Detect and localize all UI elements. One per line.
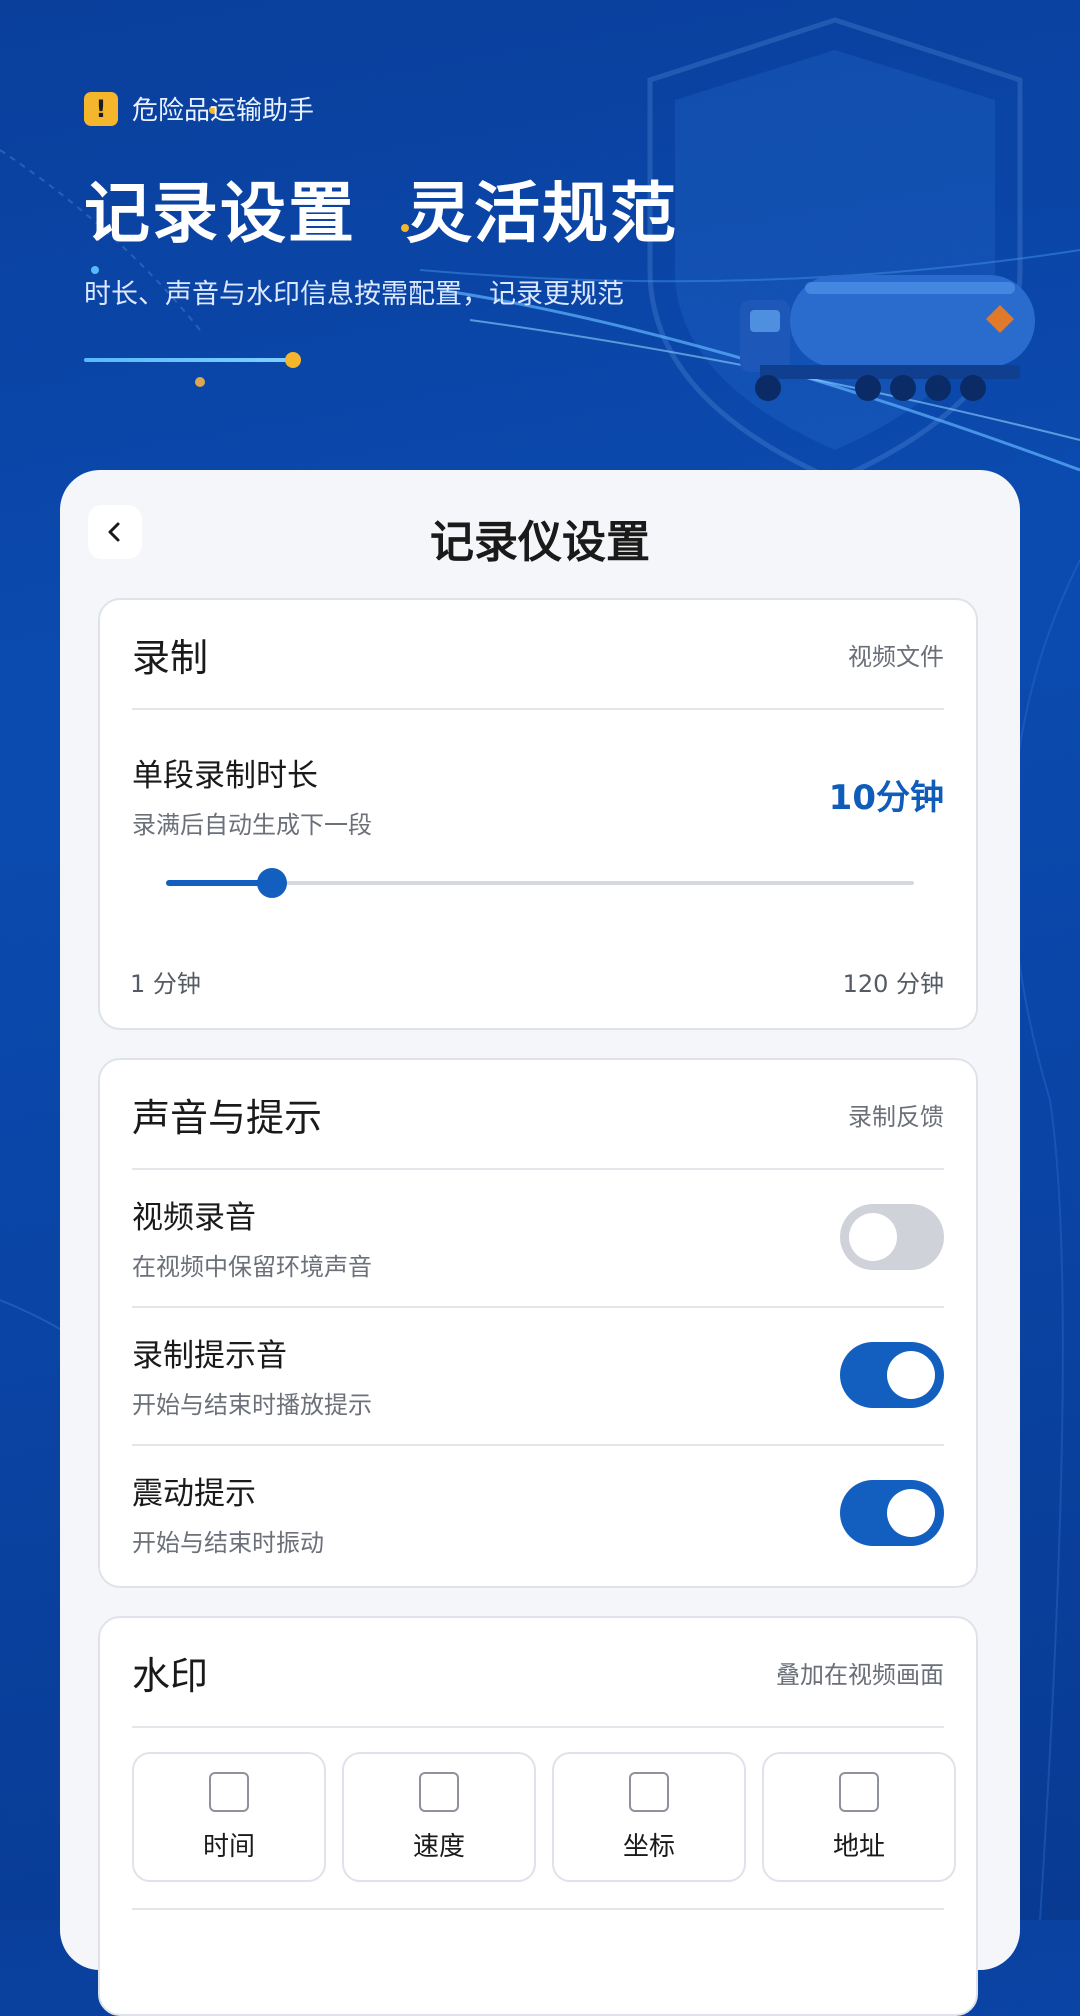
setting-desc: 开始与结束时振动	[132, 1529, 324, 1557]
toggle-knob	[849, 1213, 897, 1261]
toggle-row-video-audio: 视频录音 在视频中保留环境声音	[132, 1168, 944, 1308]
toggle-row-vibration: 震动提示 开始与结束时振动	[132, 1444, 944, 1582]
watermark-option-speed[interactable]: 速度	[342, 1752, 536, 1882]
top-bar: 记录仪设置	[60, 470, 1020, 590]
checkbox[interactable]	[839, 1771, 879, 1812]
divider	[132, 1908, 944, 1910]
card-note: 叠加在视频画面	[776, 1660, 944, 1689]
setting-label: 录制提示音	[132, 1338, 287, 1374]
checkbox[interactable]	[419, 1771, 459, 1812]
option-label: 时间	[202, 1831, 255, 1862]
hero-subtitle: 时长、声音与水印信息按需配置，记录更规范	[84, 279, 624, 310]
settings-panel: 记录仪设置 录制 视频文件 单段录制时长 录满后自动生成下一段 10分钟 1 分…	[60, 470, 1020, 2016]
option-label: 坐标	[622, 1831, 675, 1862]
option-label: 速度	[412, 1831, 465, 1862]
setting-label: 震动提示	[132, 1476, 256, 1512]
vibration-toggle[interactable]	[840, 1480, 944, 1546]
setting-desc: 开始与结束时播放提示	[132, 1391, 372, 1419]
card-header: 声音与提示 录制反馈	[132, 1060, 944, 1170]
card-title: 声音与提示	[132, 1095, 323, 1140]
watermark-options: 时间 速度 坐标 地址	[132, 1752, 956, 1882]
hero-banner: ! 危险品运输助手 记录设置 灵活规范 时长、声音与水印信息按需配置，记录更规范	[0, 0, 1080, 470]
watermark-option-time[interactable]: 时间	[132, 1752, 326, 1882]
card-header: 录制 视频文件	[132, 600, 944, 710]
setting-desc: 录满后自动生成下一段	[132, 811, 372, 839]
sound-card: 声音与提示 录制反馈 视频录音 在视频中保留环境声音 录制提示音 开始与结束时播…	[98, 1058, 978, 1588]
card-note: 录制反馈	[848, 1102, 944, 1131]
card-title: 录制	[132, 635, 209, 680]
hero-underline	[84, 358, 290, 362]
toggle-row-record-tone: 录制提示音 开始与结束时播放提示	[132, 1306, 944, 1446]
card-note: 视频文件	[848, 642, 944, 671]
watermark-option-address[interactable]: 地址	[762, 1752, 956, 1882]
recording-card: 录制 视频文件 单段录制时长 录满后自动生成下一段 10分钟 1 分钟 120 …	[98, 598, 978, 1030]
slider-min-label: 1 分钟	[130, 970, 201, 998]
card-title: 水印	[132, 1653, 209, 1698]
duration-setting: 单段录制时长 录满后自动生成下一段	[132, 750, 372, 840]
duration-slider[interactable]	[166, 868, 914, 898]
checkbox[interactable]	[629, 1771, 669, 1812]
slider-max-label: 120 分钟	[842, 970, 944, 998]
brand-name: 危险品运输助手	[132, 96, 315, 126]
card-header: 水印 叠加在视频画面	[132, 1618, 944, 1728]
record-tone-toggle[interactable]	[840, 1342, 944, 1408]
hero-title: 记录设置 灵活规范	[84, 175, 678, 252]
warning-icon: !	[84, 91, 118, 126]
video-audio-toggle[interactable]	[840, 1204, 944, 1270]
duration-value: 10分钟	[828, 778, 944, 818]
option-label: 地址	[832, 1831, 885, 1862]
hero-underline-dot	[285, 352, 301, 368]
checkbox[interactable]	[209, 1771, 249, 1812]
toggle-knob	[887, 1489, 935, 1537]
setting-label: 视频录音	[132, 1200, 256, 1236]
watermark-card: 水印 叠加在视频画面 时间 速度 坐标 地址	[98, 1616, 978, 2016]
brand: ! 危险品运输助手	[84, 90, 314, 127]
setting-desc: 在视频中保留环境声音	[132, 1253, 372, 1281]
page-title: 记录仪设置	[430, 517, 650, 568]
slider-thumb[interactable]	[257, 868, 287, 898]
watermark-option-coordinates[interactable]: 坐标	[552, 1752, 746, 1882]
setting-label: 单段录制时长	[132, 758, 318, 794]
toggle-knob	[887, 1351, 935, 1399]
